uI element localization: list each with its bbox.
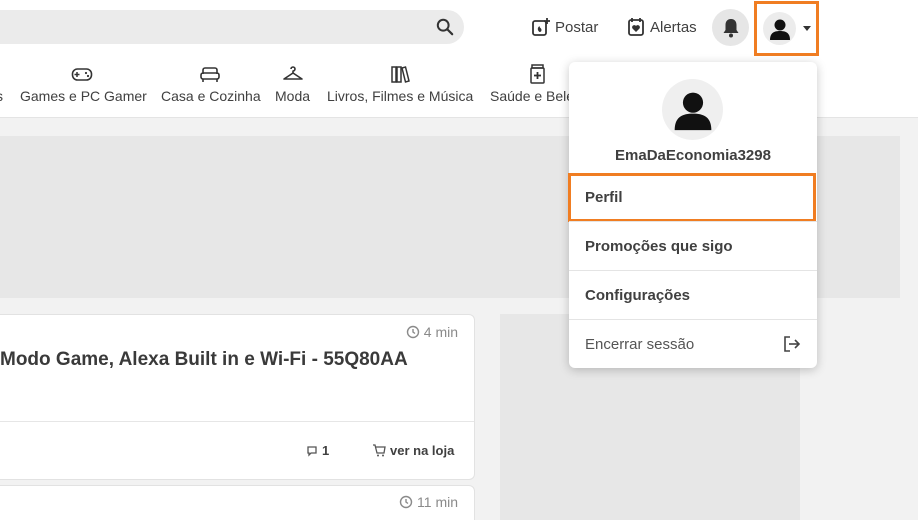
post-button[interactable]: Postar (531, 14, 598, 40)
alerts-icon (628, 18, 644, 36)
gamepad-icon (71, 68, 93, 81)
menu-item-label: Perfil (585, 189, 623, 206)
bell-icon (723, 18, 738, 37)
comment-icon (307, 445, 317, 457)
sofa-icon (200, 67, 220, 82)
menu-item-settings[interactable]: Configurações (569, 270, 817, 319)
search-bar[interactable] (0, 10, 464, 44)
hanger-icon (283, 66, 303, 80)
pharmacy-icon (530, 64, 545, 84)
user-menu-button[interactable] (754, 1, 819, 56)
menu-item-label: Encerrar sessão (585, 335, 695, 353)
alerts-label: Alertas (650, 18, 697, 36)
card-divider (0, 421, 474, 422)
category-label: Moda (275, 88, 311, 104)
post-icon (532, 18, 550, 36)
alerts-button[interactable]: Alertas (626, 14, 697, 40)
post-label: Postar (555, 18, 599, 36)
store-label: ver na loja (390, 443, 455, 458)
user-dropdown-menu: EmaDaEconomia3298 Perfil Promoções que s… (568, 62, 817, 368)
menu-item-profile[interactable]: Perfil (568, 173, 816, 222)
clock-icon (406, 325, 419, 339)
books-icon (391, 66, 410, 83)
category-label: Saúde e Bele (490, 88, 575, 104)
deal-title[interactable]: Modo Game, Alexa Built in e Wi-Fi - 55Q8… (0, 349, 408, 371)
category-label: Games e PC Gamer (20, 88, 147, 104)
chevron-down-icon (803, 26, 811, 31)
deal-card[interactable]: 11 min (0, 485, 475, 520)
avatar (662, 79, 723, 140)
comment-count: 1 (322, 443, 330, 458)
user-icon (674, 92, 711, 130)
logout-icon (784, 336, 801, 352)
cart-icon (373, 444, 386, 457)
deal-card[interactable]: 4 min Modo Game, Alexa Built in e Wi-Fi … (0, 314, 475, 480)
search-icon[interactable] (436, 18, 454, 36)
store-link[interactable]: ver na loja (372, 443, 454, 458)
comments-link[interactable]: 1 (306, 443, 329, 458)
user-icon (769, 19, 790, 40)
category-label: Livros, Filmes e Música (327, 88, 474, 104)
category-label: s (0, 88, 3, 104)
menu-item-followed-deals[interactable]: Promoções que sigo (569, 221, 817, 270)
avatar (763, 12, 796, 45)
menu-item-label: Configurações (585, 286, 691, 304)
clock-icon (399, 495, 413, 509)
menu-item-logout[interactable]: Encerrar sessão (569, 319, 817, 368)
deal-time: 4 min (406, 324, 458, 340)
menu-item-label: Promoções que sigo (585, 237, 733, 255)
notifications-button[interactable] (712, 9, 749, 46)
deal-time: 11 min (399, 494, 458, 510)
category-label: Casa e Cozinha (161, 88, 261, 104)
deal-time-text: 4 min (423, 324, 458, 340)
username: EmaDaEconomia3298 (615, 147, 771, 164)
deal-time-text: 11 min (417, 494, 458, 510)
